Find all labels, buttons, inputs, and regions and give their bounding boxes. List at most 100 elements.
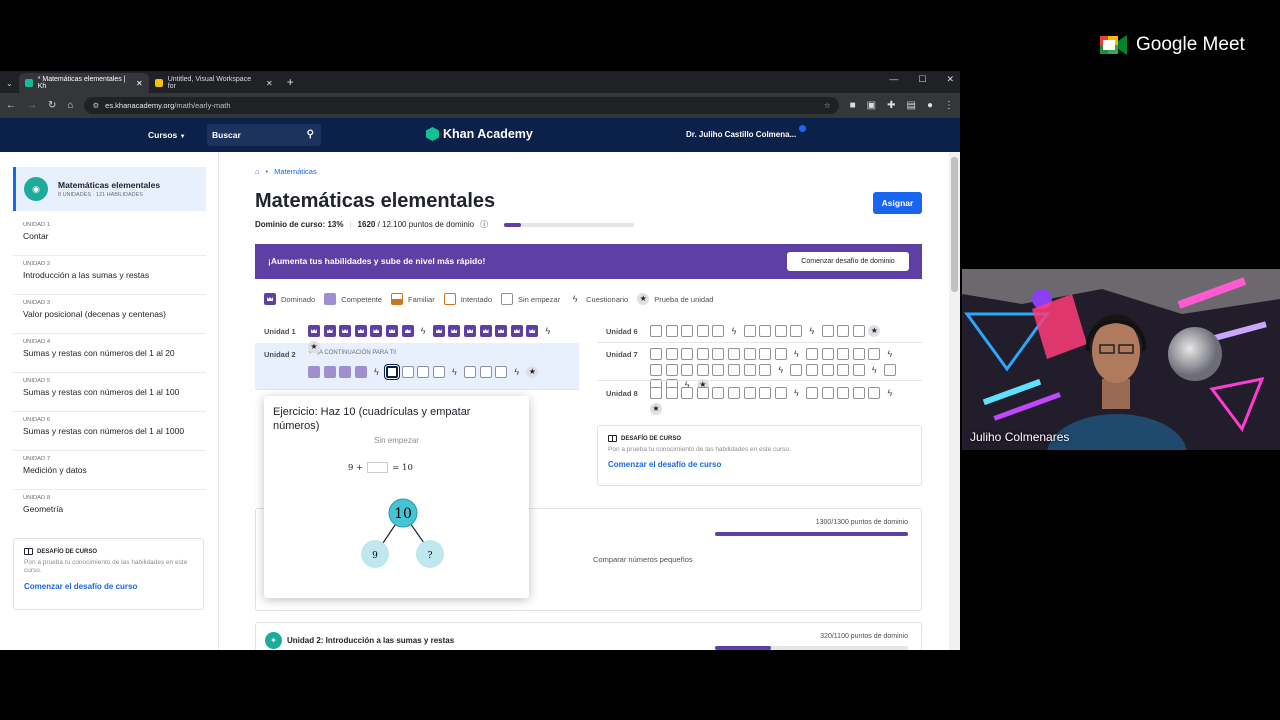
mastered-skill[interactable]: [339, 325, 352, 337]
mastered-skill[interactable]: [526, 325, 539, 337]
not-started-skill[interactable]: [883, 363, 896, 376]
quiz-bolt-icon[interactable]: ϟ: [868, 364, 880, 376]
not-started-skill[interactable]: [463, 366, 476, 378]
quiz-bolt-icon[interactable]: ϟ: [511, 366, 523, 378]
sidepanel-icon[interactable]: ▤: [907, 100, 916, 111]
mastered-skill[interactable]: [308, 325, 320, 337]
sidebar-unit-6[interactable]: UNIDAD 6 Sumas y restas con números del 1…: [13, 412, 206, 451]
breadcrumb-math-link[interactable]: Matemáticas: [274, 167, 317, 176]
not-started-skill[interactable]: [727, 363, 740, 376]
not-started-skill[interactable]: [821, 363, 834, 376]
quiz-bolt-icon[interactable]: ϟ: [370, 366, 382, 378]
assign-button[interactable]: Asignar: [873, 192, 922, 214]
forward-icon[interactable]: →: [27, 100, 37, 111]
not-started-skill[interactable]: [743, 387, 756, 399]
not-started-skill[interactable]: [852, 325, 865, 337]
quiz-bolt-icon[interactable]: ϟ: [806, 325, 818, 337]
not-started-skill[interactable]: [837, 363, 850, 376]
not-started-skill[interactable]: [712, 387, 725, 399]
not-started-skill[interactable]: [868, 387, 881, 399]
not-started-skill[interactable]: [790, 363, 803, 376]
start-course-challenge-link[interactable]: Comenzar el desafío de curso: [608, 460, 911, 469]
unit-test-star-icon[interactable]: ★: [868, 325, 881, 337]
mastered-skill[interactable]: [479, 325, 492, 337]
course-card[interactable]: ◉ Matemáticas elementales 8 UNIDADES · 1…: [13, 167, 206, 211]
not-started-skill[interactable]: [805, 348, 818, 360]
quiz-bolt-icon[interactable]: ϟ: [728, 325, 740, 337]
page-scrollbar[interactable]: [949, 152, 960, 650]
start-mastery-challenge-button[interactable]: Comenzar desafío de dominio: [787, 252, 909, 271]
not-started-skill[interactable]: [727, 387, 740, 399]
extension-icon[interactable]: ■: [850, 100, 856, 111]
not-started-skill[interactable]: [495, 366, 508, 378]
not-started-skill[interactable]: [790, 325, 803, 337]
not-started-skill[interactable]: [743, 363, 756, 376]
tab-visual-workspace[interactable]: Untitled, Visual Workspace for ✕: [149, 73, 279, 93]
not-started-skill[interactable]: [681, 363, 694, 376]
quiz-bolt-icon[interactable]: ϟ: [417, 325, 429, 337]
not-started-skill[interactable]: [650, 387, 662, 399]
exercise-popup[interactable]: Ejercicio: Haz 10 (cuadrículas y empatar…: [264, 396, 529, 598]
sidebar-unit-4[interactable]: UNIDAD 4 Sumas y restas con números del 1…: [13, 334, 206, 373]
not-started-skill[interactable]: [681, 387, 694, 399]
not-started-skill[interactable]: [743, 348, 756, 360]
mastered-skill[interactable]: [495, 325, 508, 337]
not-started-skill[interactable]: [821, 348, 834, 360]
home-icon[interactable]: ⌂: [67, 100, 73, 111]
mastered-skill[interactable]: [448, 325, 461, 337]
khan-academy-logo[interactable]: Khan Academy: [426, 127, 533, 141]
proficient-skill[interactable]: [354, 366, 367, 378]
not-started-skill[interactable]: [665, 387, 678, 399]
not-started-skill[interactable]: [868, 348, 881, 360]
url-field[interactable]: ⚙ es.khanacademy.org/math/early-math ☆: [84, 97, 839, 114]
proficient-skill[interactable]: [323, 366, 336, 378]
not-started-skill[interactable]: [417, 366, 430, 378]
proficient-skill[interactable]: [339, 366, 352, 378]
not-started-skill[interactable]: [805, 387, 818, 399]
sidebar-unit-8[interactable]: UNIDAD 8 Geometría: [13, 490, 206, 529]
minimize-icon[interactable]: —: [889, 74, 898, 85]
not-started-skill[interactable]: [665, 325, 678, 337]
sidebar-unit-3[interactable]: UNIDAD 3 Valor posicional (decenas y cent…: [13, 295, 206, 334]
profile-avatar-icon[interactable]: ●: [927, 100, 933, 111]
not-started-skill[interactable]: [774, 387, 787, 399]
not-started-skill[interactable]: [727, 348, 740, 360]
mastered-skill[interactable]: [354, 325, 367, 337]
not-started-skill[interactable]: [852, 363, 865, 376]
not-started-skill[interactable]: [837, 348, 850, 360]
mastered-skill[interactable]: [463, 325, 476, 337]
proficient-skill[interactable]: [308, 366, 320, 378]
mastered-skill[interactable]: [323, 325, 336, 337]
mastered-skill[interactable]: [432, 325, 445, 337]
start-course-challenge-link[interactable]: Comenzar el desafío de curso: [24, 582, 193, 591]
not-started-skill[interactable]: [665, 363, 678, 376]
site-info-icon[interactable]: ⚙: [92, 101, 99, 110]
not-started-skill[interactable]: [774, 348, 787, 360]
not-started-skill[interactable]: [805, 363, 818, 376]
close-tab-icon[interactable]: ✕: [136, 79, 143, 88]
extension-icon[interactable]: ▣: [867, 100, 876, 111]
mastered-skill[interactable]: [385, 325, 398, 337]
courses-dropdown[interactable]: Cursos ▼: [148, 130, 186, 140]
not-started-skill[interactable]: [821, 387, 834, 399]
not-started-skill[interactable]: [696, 387, 709, 399]
not-started-skill[interactable]: [759, 363, 772, 376]
not-started-skill[interactable]: [712, 348, 725, 360]
not-started-skill[interactable]: [650, 348, 662, 360]
bookmark-star-icon[interactable]: ☆: [824, 101, 831, 110]
not-started-skill[interactable]: [681, 325, 694, 337]
not-started-skill[interactable]: [759, 325, 772, 337]
not-started-skill[interactable]: [821, 325, 834, 337]
close-window-icon[interactable]: ✕: [946, 74, 954, 85]
unit-2-title[interactable]: Unidad 2: Introducción a las sumas y res…: [287, 636, 454, 645]
unit-test-star-icon[interactable]: ★: [650, 402, 662, 415]
back-icon[interactable]: ←: [6, 100, 16, 111]
tab-search-icon[interactable]: ⌄: [0, 79, 19, 93]
quiz-bolt-icon[interactable]: ϟ: [790, 387, 802, 399]
search-input[interactable]: Buscar ⚲: [207, 124, 321, 146]
not-started-skill[interactable]: [665, 348, 678, 360]
not-started-skill[interactable]: [712, 325, 725, 337]
not-started-skill[interactable]: [479, 366, 492, 378]
mastered-skill[interactable]: [401, 325, 414, 337]
quiz-bolt-icon[interactable]: ϟ: [542, 325, 554, 337]
